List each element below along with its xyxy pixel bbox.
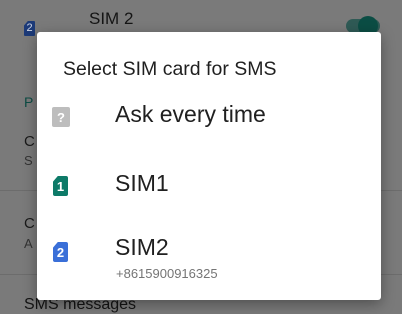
sim2-phone-number: +8615900916325 xyxy=(116,266,218,281)
select-sim-dialog: Select SIM card for SMS ? Ask every time… xyxy=(37,32,381,300)
row-title-letter: C xyxy=(24,215,35,232)
section-header-letter: P xyxy=(24,94,34,110)
dialog-title: Select SIM card for SMS xyxy=(63,58,277,80)
sim-1-icon: 1 xyxy=(53,176,68,196)
option-sim2[interactable]: 2 SIM2 +8615900916325 xyxy=(37,222,381,284)
row-title-letter: C xyxy=(24,133,35,150)
sim-2-icon: 2 xyxy=(24,21,35,36)
sim2-title: SIM 2 xyxy=(89,9,134,28)
option-label: SIM2 xyxy=(115,234,169,260)
sim-2-icon: 2 xyxy=(53,242,68,262)
row-subtitle-letter: A xyxy=(24,236,33,251)
option-ask-every-time[interactable]: ? Ask every time xyxy=(37,85,381,147)
option-label: Ask every time xyxy=(115,101,266,127)
option-label: SIM1 xyxy=(115,170,169,196)
option-sim1[interactable]: 1 SIM1 xyxy=(37,154,381,216)
row-subtitle-letter: S xyxy=(24,153,33,168)
sms-settings-screen: 2 SIM 2 P C S C A SMS messages Select SI… xyxy=(0,0,402,314)
question-icon: ? xyxy=(52,107,70,127)
